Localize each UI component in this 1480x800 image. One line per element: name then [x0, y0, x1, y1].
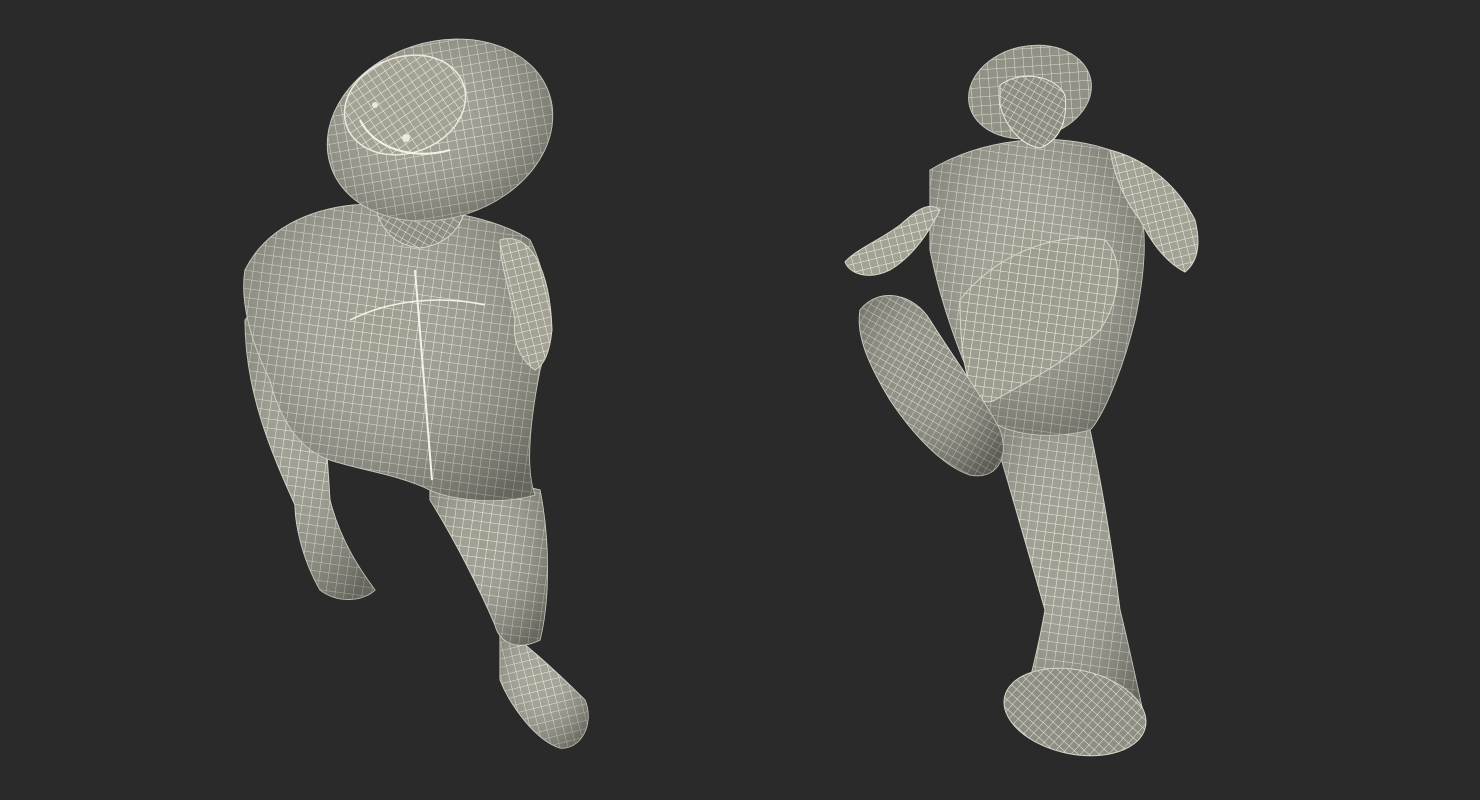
top-view-figure — [200, 0, 620, 800]
bottom-view-figure — [820, 0, 1240, 800]
soldier-top-view-mesh — [243, 38, 589, 749]
render-viewport — [0, 0, 1480, 800]
soldier-bottom-view-mesh — [844, 44, 1199, 757]
